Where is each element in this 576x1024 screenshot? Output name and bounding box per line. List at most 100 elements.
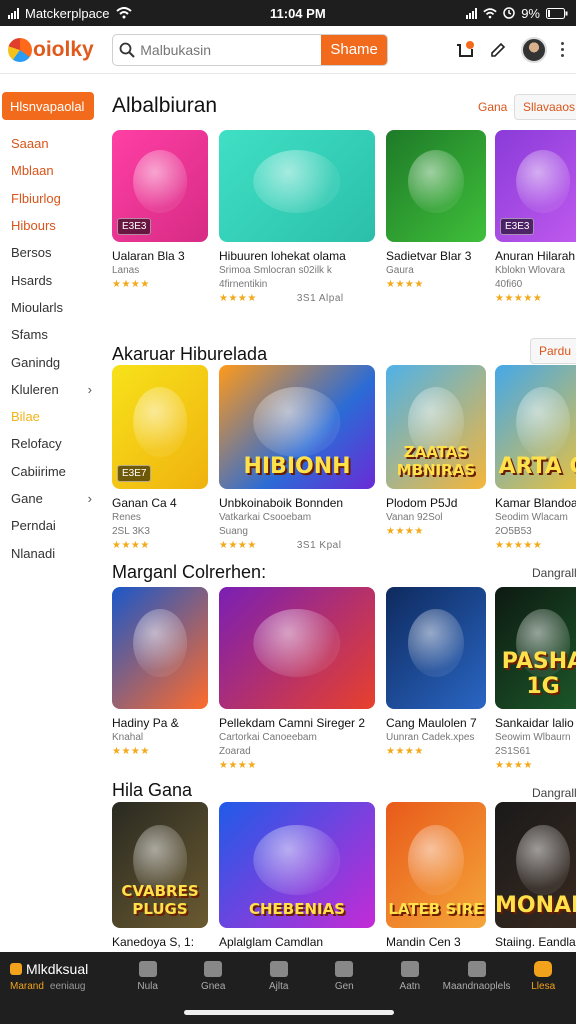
game-thumbnail[interactable]: ZAATAS MBNIRAS xyxy=(386,365,486,489)
logo-icon xyxy=(8,37,32,62)
sidebar-item[interactable]: Mioularls xyxy=(0,294,100,321)
game-card[interactable]: HIBIONH Unbkoinaboik Bonnden Vatkarkai Cso… xyxy=(219,365,375,551)
sidebar-item-label: Bilae xyxy=(11,409,40,425)
game-title[interactable]: Pellekdam Camni Sireger 2 xyxy=(219,716,375,730)
sidebar-item[interactable]: Ganindg xyxy=(0,348,100,375)
game-card[interactable]: Hadiny Pa & Knahal ★★★★ xyxy=(112,587,208,757)
sidebar-item[interactable]: Perndai xyxy=(0,512,100,539)
game-thumbnail[interactable]: E3E3 xyxy=(495,130,576,242)
game-title[interactable]: Mandin Cen 3 xyxy=(386,935,486,949)
star-rating: ★★★★ xyxy=(386,746,486,757)
search-button[interactable]: Shame xyxy=(321,34,387,65)
sidebar-item-active[interactable]: Hlsnvapaolal xyxy=(2,92,94,120)
edit-icon[interactable] xyxy=(489,41,507,59)
game-title[interactable]: Ualaran Bla 3 xyxy=(112,249,208,263)
game-title[interactable]: Plodom P5Jd xyxy=(386,496,486,510)
sidebar-item[interactable]: Cabiirime xyxy=(0,458,100,485)
game-card[interactable]: PASHA 1G Sankaidar lalio Seowim Wlbaurn 2S1… xyxy=(495,587,576,771)
profile-icon xyxy=(534,960,553,977)
sidebar-item[interactable]: Gane › xyxy=(0,485,100,512)
game-thumbnail[interactable]: MONARA xyxy=(495,802,576,928)
game-title[interactable]: Hadiny Pa & xyxy=(112,716,208,730)
section-see-all-link[interactable]: Gana xyxy=(478,100,507,114)
nav-item[interactable]: Ajlta xyxy=(246,952,312,1000)
sidebar-item[interactable]: Mblaan xyxy=(0,157,100,184)
game-title[interactable]: Hibuuren lohekat olama xyxy=(219,249,375,263)
game-title[interactable]: Kanedoya S, 1: xyxy=(112,935,208,949)
cart-icon[interactable] xyxy=(455,40,475,59)
sidebar-item[interactable]: Hibours xyxy=(0,212,100,239)
game-publisher: Renes xyxy=(112,512,141,523)
game-thumbnail[interactable] xyxy=(112,587,208,709)
game-thumbnail[interactable] xyxy=(219,587,375,709)
game-title[interactable]: Aplalglam Camdlan xyxy=(219,935,375,949)
sidebar-item[interactable]: Bersos xyxy=(0,239,100,266)
game-card[interactable]: Pellekdam Camni Sireger 2 Cartorkai Canoe… xyxy=(219,587,375,771)
game-logo-text: MONARA xyxy=(495,893,576,918)
carrier-label: Matckerplpace xyxy=(25,5,110,21)
section-filter-button[interactable]: Pardu xyxy=(530,338,576,364)
game-card[interactable]: ARTA G Kamar Blandoar Seodim Wlacam 2O5B53 ★… xyxy=(495,365,576,551)
game-card[interactable]: E3E3 Ualaran Bla 3 Lanas ★★★★ xyxy=(112,130,208,290)
game-title[interactable]: Unbkoinaboik Bonnden xyxy=(219,496,375,510)
game-title[interactable]: Staiing. Eandlar xyxy=(495,935,576,949)
nav-item[interactable]: Maandnaoplels xyxy=(443,952,510,1000)
sidebar-item[interactable]: Sfams xyxy=(0,321,100,348)
section-filter-button[interactable]: Sllavaaos xyxy=(514,94,576,120)
game-card[interactable]: E3E7 Ganan Ca 4 Renes 2SL 3K3 ★★★★ xyxy=(112,365,208,551)
sidebar-item[interactable]: Hsards xyxy=(0,266,100,293)
game-card[interactable]: Hibuuren lohekat olama Srimoa Smlocran s0… xyxy=(219,130,375,304)
game-thumbnail[interactable]: E3E3 xyxy=(112,130,208,242)
game-thumbnail[interactable]: LATEB SIRE xyxy=(386,802,486,928)
game-card[interactable]: LATEB SIRE Mandin Cen 3 xyxy=(386,802,486,949)
game-thumbnail[interactable]: E3E7 xyxy=(112,365,208,489)
game-card[interactable]: Sadietvar Blar 3 Gaura ★★★★ xyxy=(386,130,486,290)
nav-item[interactable]: Llesa xyxy=(510,952,576,1000)
section-see-all-link[interactable]: Dangrall xyxy=(532,786,576,800)
game-card[interactable]: E3E3 Anuran Hilarah Kblokn Wlovara 40fi60 ★★… xyxy=(495,130,576,304)
nav-item-active[interactable]: Mlkdksual Marand eeniaug xyxy=(0,952,115,1000)
nav-item-label: Gnea xyxy=(200,980,226,992)
game-title[interactable]: Sankaidar lalio xyxy=(495,716,576,730)
sidebar-item[interactable]: Nlanadi xyxy=(0,539,100,566)
game-meta: 3S1 Alpal xyxy=(296,293,344,304)
search-input[interactable] xyxy=(140,41,322,58)
nav-item[interactable]: Nula xyxy=(115,952,181,1000)
sidebar-item[interactable]: Flbiurlog xyxy=(0,185,100,212)
game-title[interactable]: Ganan Ca 4 xyxy=(112,496,208,510)
game-title[interactable]: Anuran Hilarah xyxy=(495,249,576,263)
game-thumbnail[interactable]: CVABRES PLUGS xyxy=(112,802,208,928)
section-see-all-link[interactable]: Dangrall xyxy=(532,566,576,580)
game-title[interactable]: Cang Maulolen 7 xyxy=(386,716,486,730)
game-title[interactable]: Kamar Blandoar xyxy=(495,496,576,510)
game-card[interactable]: MONARA Staiing. Eandlar xyxy=(495,802,576,949)
game-logo-text: CVABRES PLUGS xyxy=(121,882,199,918)
game-thumbnail[interactable]: PASHA 1G xyxy=(495,587,576,709)
star-rating: ★★★★ xyxy=(112,540,208,551)
game-card[interactable]: CHEBENIAS Aplalglam Camdlan xyxy=(219,802,375,949)
sidebar-item-label: Hsards xyxy=(11,272,53,288)
game-thumbnail[interactable] xyxy=(219,130,375,242)
sidebar-item[interactable]: Bilae xyxy=(0,403,100,430)
game-thumbnail[interactable]: ARTA G xyxy=(495,365,576,489)
game-thumbnail[interactable]: HIBIONH xyxy=(219,365,375,489)
sidebar-item[interactable]: Saaan xyxy=(0,130,100,157)
avatar[interactable] xyxy=(521,36,547,63)
game-thumbnail[interactable] xyxy=(386,130,486,242)
home-indicator[interactable] xyxy=(184,1010,394,1015)
sidebar-item[interactable]: Relofacy xyxy=(0,430,100,457)
nav-item[interactable]: Gen xyxy=(312,952,378,1000)
game-title[interactable]: Sadietvar Blar 3 xyxy=(386,249,486,263)
more-menu-icon[interactable] xyxy=(561,42,564,57)
game-card[interactable]: ZAATAS MBNIRAS Plodom P5Jd Vanan 92Sol ★★★★ xyxy=(386,365,486,537)
nav-item[interactable]: Gnea xyxy=(180,952,246,1000)
game-thumbnail[interactable] xyxy=(386,587,486,709)
home-icon xyxy=(204,960,223,977)
sidebar-item[interactable]: Kluleren › xyxy=(0,376,100,403)
game-card[interactable]: Cang Maulolen 7 Uunran Cadek.xpes ★★★★ xyxy=(386,587,486,757)
nav-item[interactable]: Aatn xyxy=(377,952,443,1000)
game-thumbnail[interactable]: CHEBENIAS xyxy=(219,802,375,928)
game-card[interactable]: CVABRES PLUGS Kanedoya S, 1: xyxy=(112,802,208,949)
app-logo[interactable]: oiolky xyxy=(8,37,108,62)
age-rating-badge: E3E3 xyxy=(500,218,535,235)
